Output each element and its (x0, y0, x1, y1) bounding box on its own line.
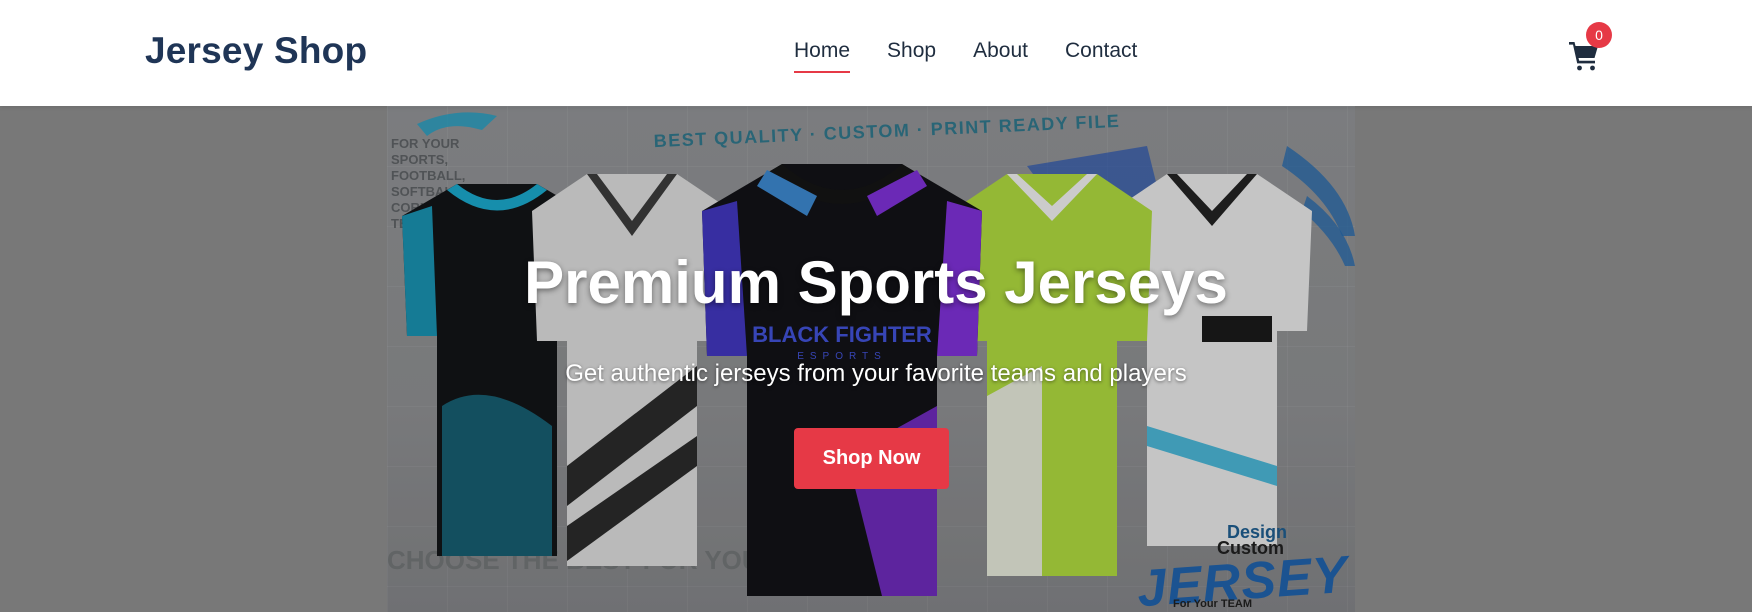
cart-count-badge: 0 (1586, 22, 1612, 48)
site-header: Jersey Shop Home Shop About Contact 0 (0, 0, 1752, 106)
main-nav: Home Shop About Contact (794, 0, 1174, 106)
nav-link-shop[interactable]: Shop (887, 39, 936, 67)
cart-button[interactable]: 0 (1566, 22, 1612, 72)
hero-content: Premium Sports Jerseys Get authentic jer… (0, 106, 1752, 612)
shop-now-button[interactable]: Shop Now (794, 428, 949, 489)
hero-title: Premium Sports Jerseys (524, 249, 1228, 316)
hero-section: BEST QUALITY · CUSTOM · PRINT READY FILE… (0, 106, 1752, 612)
nav-link-home[interactable]: Home (794, 39, 851, 73)
nav-link-about[interactable]: About (973, 39, 1028, 67)
nav-link-contact[interactable]: Contact (1065, 39, 1137, 67)
site-logo[interactable]: Jersey Shop (145, 30, 367, 72)
hero-subtitle: Get authentic jerseys from your favorite… (565, 360, 1187, 387)
